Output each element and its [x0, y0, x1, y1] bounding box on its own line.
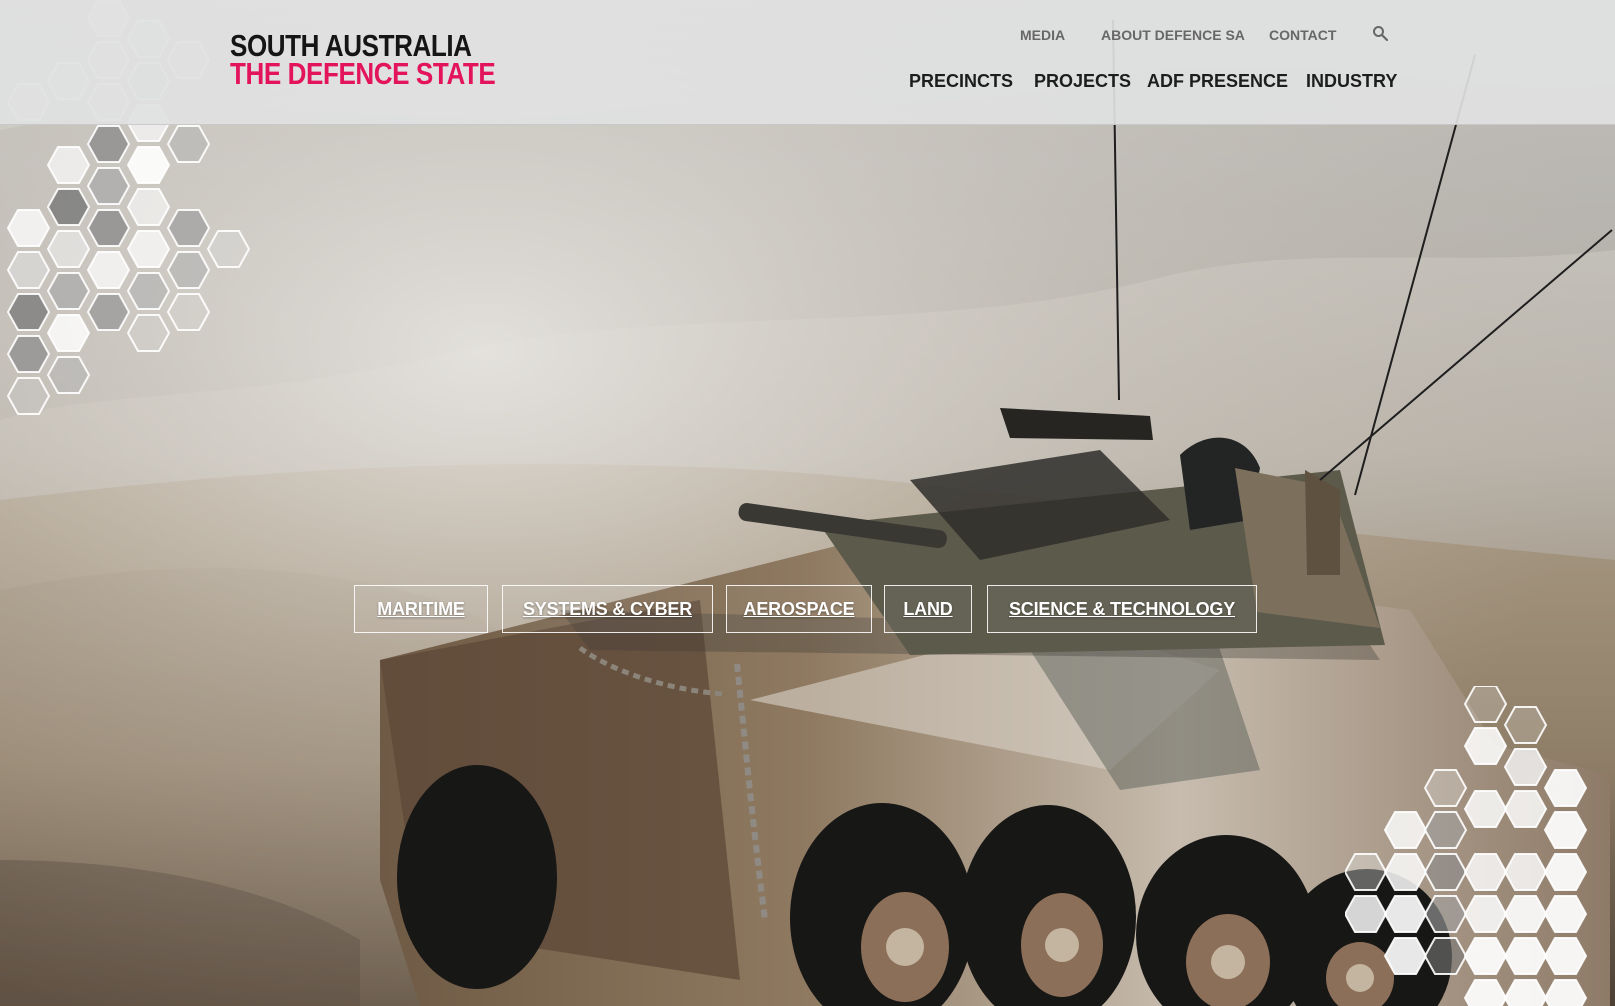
hero-image — [0, 0, 1615, 1006]
site-header: SOUTH AUSTRALIA THE DEFENCE STATE MEDIA … — [0, 0, 1615, 125]
main-nav-adf-presence[interactable]: ADF PRESENCE — [1147, 71, 1288, 92]
utility-nav-about-defence-sa[interactable]: ABOUT DEFENCE SA — [1101, 27, 1245, 43]
category-systems-cyber-button[interactable]: SYSTEMS & CYBER — [502, 585, 713, 633]
utility-nav-contact[interactable]: CONTACT — [1269, 27, 1336, 43]
main-nav-projects[interactable]: PROJECTS — [1034, 71, 1131, 92]
main-nav-precincts[interactable]: PRECINCTS — [909, 71, 1013, 92]
category-land-button[interactable]: LAND — [884, 585, 972, 633]
category-buttons: MARITIME SYSTEMS & CYBER AEROSPACE LAND … — [0, 585, 1615, 635]
page: SOUTH AUSTRALIA THE DEFENCE STATE MEDIA … — [0, 0, 1615, 1006]
main-nav-industry[interactable]: INDUSTRY — [1306, 71, 1397, 92]
brand-line-2[interactable]: THE DEFENCE STATE — [230, 58, 496, 89]
category-maritime-button[interactable]: MARITIME — [354, 585, 488, 633]
category-science-technology-button[interactable]: SCIENCE & TECHNOLOGY — [987, 585, 1257, 633]
utility-nav-media[interactable]: MEDIA — [1020, 27, 1065, 43]
search-icon[interactable] — [1372, 25, 1388, 41]
category-aerospace-button[interactable]: AEROSPACE — [726, 585, 872, 633]
